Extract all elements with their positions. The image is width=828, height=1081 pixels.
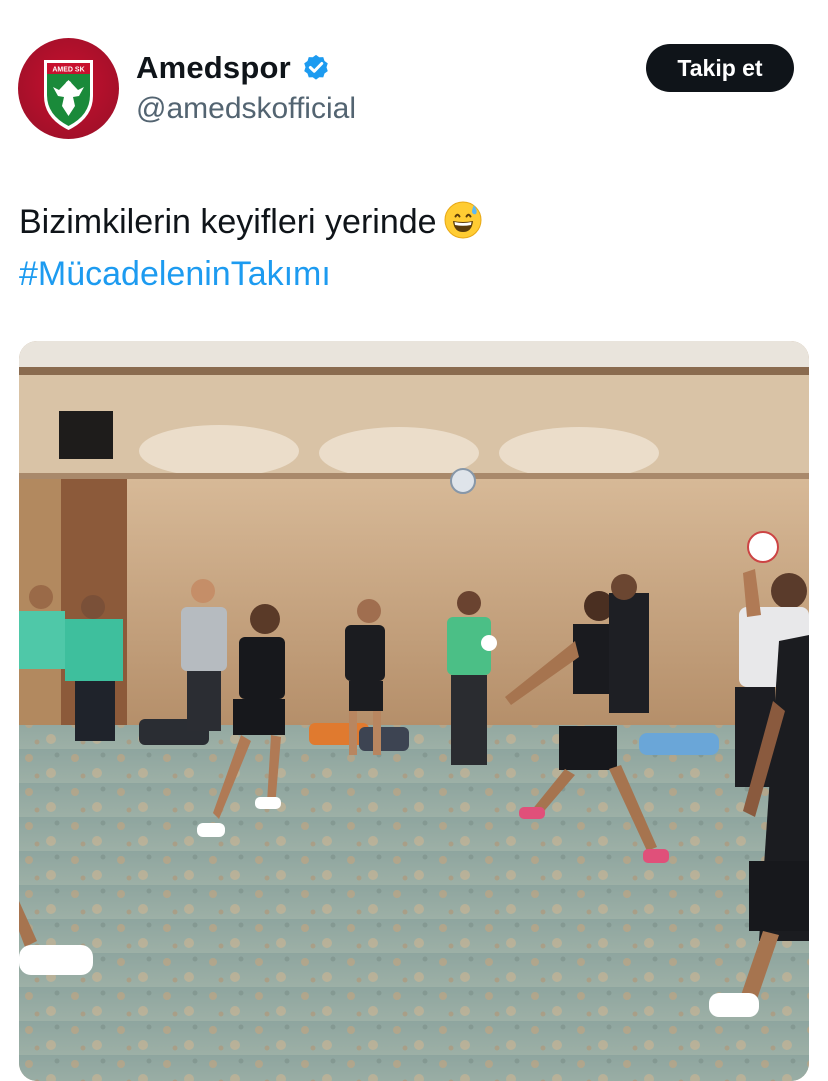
profile-avatar[interactable]: AMED SK xyxy=(18,38,119,139)
grinning-face-with-sweat-icon xyxy=(444,201,482,239)
name-row: Amedspor xyxy=(136,48,331,88)
account-handle[interactable]: @amedskofficial xyxy=(136,92,356,126)
follow-button[interactable]: Takip et xyxy=(646,44,794,92)
tweet-line-1: Bizimkilerin keyifleri yerinde xyxy=(19,196,809,248)
display-name[interactable]: Amedspor xyxy=(136,50,291,86)
video-thumbnail[interactable] xyxy=(19,341,809,1081)
tweet-text: Bizimkilerin keyifleri yerinde #Mücadele… xyxy=(19,196,809,300)
tweet-body: Bizimkilerin keyifleri yerinde xyxy=(19,203,437,241)
tweet-header: AMED SK Amedspor @amedskofficial Takip e… xyxy=(0,0,828,150)
verified-badge-icon xyxy=(304,54,328,80)
amedspor-crest-logo: AMED SK xyxy=(44,60,93,130)
hashtag-link[interactable]: #MücadeleninTakımı xyxy=(19,248,809,300)
svg-text:AMED SK: AMED SK xyxy=(52,67,84,74)
video-frame xyxy=(19,341,809,1081)
